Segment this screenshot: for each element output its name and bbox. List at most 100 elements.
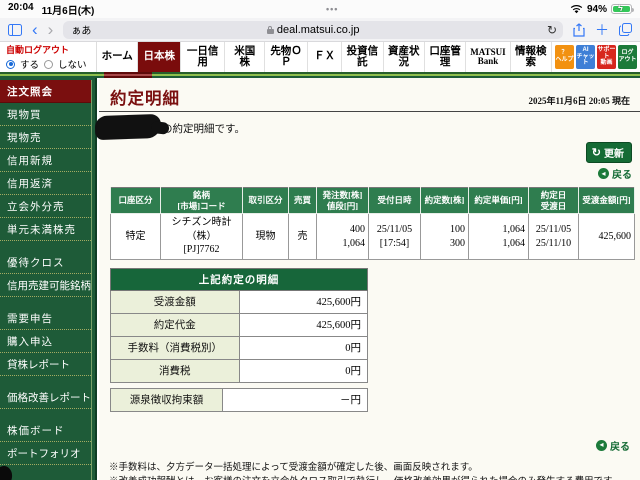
logout-icon[interactable]: ログ アウト bbox=[618, 45, 637, 69]
back-link-top[interactable]: ◂ 戻る bbox=[598, 166, 632, 181]
cell-exec-settle-date: 25/11/05 25/11/10 bbox=[528, 213, 579, 260]
tab-investment-trust[interactable]: 投資信託 bbox=[342, 42, 384, 72]
cell-trade-type: 現物 bbox=[242, 213, 289, 260]
detail-row: 受渡金額 425,600円 bbox=[110, 289, 368, 314]
cell-side: 売 bbox=[288, 213, 317, 260]
status-bar: 20:04 11月6日(木) ••• 94% ϟ bbox=[0, 0, 640, 18]
page-timestamp: 2025年11月6日 20:05 現在 bbox=[528, 96, 630, 106]
col-order-qty-price: 発注数[株] 値段[円] bbox=[316, 187, 369, 215]
help-icon[interactable]: ？ ヘルプ bbox=[555, 45, 574, 69]
auto-logout-control: 自動ログアウト する しない bbox=[0, 42, 97, 72]
tab-info-search[interactable]: 情報検索 bbox=[511, 42, 552, 72]
update-row: ↻ 更新 ◂ 戻る bbox=[99, 142, 640, 181]
sidebar-item-cash-buy[interactable]: 現物買 bbox=[0, 103, 91, 126]
execution-table: 口座区分 銘柄 [市場]コード 取引区分 売買 発注数[株] 値段[円] 受付日… bbox=[110, 187, 635, 260]
tab-japan-stocks[interactable]: 日本株 bbox=[138, 42, 182, 72]
sidebar-item-cash-sell[interactable]: 現物売 bbox=[0, 126, 91, 149]
auto-logout-on-radio[interactable] bbox=[6, 59, 15, 69]
cell-accepted-at: 25/11/05 [17:54] bbox=[368, 213, 421, 260]
sidebar-item-odd-lot-sell[interactable]: 単元未満株売 bbox=[0, 218, 91, 241]
sidebar-toggle-icon[interactable] bbox=[8, 23, 22, 36]
sidebar-item-yutai-cross[interactable]: 優待クロス bbox=[0, 251, 91, 274]
battery-percent: 94% bbox=[586, 3, 607, 15]
cell-executed-price: 1,064 1,064 bbox=[468, 213, 529, 260]
tabs-icon[interactable] bbox=[619, 23, 632, 36]
cell-settlement-amount: 425,600 bbox=[578, 213, 635, 260]
update-button[interactable]: ↻ 更新 bbox=[585, 142, 632, 163]
date: 11月6日(木) bbox=[41, 5, 95, 17]
col-exec-settle-date: 約定日 受渡日 bbox=[528, 187, 579, 215]
tab-asset-status[interactable]: 資産状況 bbox=[384, 42, 425, 72]
footnote-improvement-fee: ※改善成功報酬とは、お客様の注文を立会外クロス取引で執行し、価格改善効果が得られ… bbox=[109, 475, 632, 480]
sidebar-item-margin-new[interactable]: 信用新規 bbox=[0, 149, 91, 172]
tab-futures-op[interactable]: 先物ＯＰ bbox=[265, 42, 308, 72]
subtitle-text: の約定明細です。 bbox=[162, 124, 245, 135]
tab-matsui-bank[interactable]: MATSUI Bank bbox=[466, 42, 511, 72]
ellipsis-icon[interactable]: ••• bbox=[326, 4, 338, 14]
back-arrow-icon: ◂ bbox=[596, 439, 607, 451]
reader-mode-button[interactable]: ぁあ bbox=[71, 22, 91, 37]
browser-toolbar: ‹ › ぁあ deal.matsui.co.jp ↻ ＋ bbox=[0, 18, 640, 42]
sidebar-item-portfolio[interactable]: ポートフォリオ bbox=[0, 442, 91, 465]
url-text: deal.matsui.co.jp bbox=[71, 24, 555, 36]
detail-value-tax: 0円 bbox=[238, 358, 368, 383]
subtitle-row: の約定明細です。 bbox=[94, 112, 640, 142]
footnote-commission: ※手数料は、夕方データ一括処理によって受渡金額が確定した後、画面反映されます。 bbox=[109, 462, 478, 473]
col-settlement-amount: 受渡金額[円] bbox=[578, 187, 635, 215]
share-icon[interactable] bbox=[573, 22, 585, 37]
tab-account-management[interactable]: 口座管理 bbox=[425, 42, 467, 72]
auto-logout-label: 自動ログアウト bbox=[6, 45, 70, 55]
new-tab-icon[interactable]: ＋ bbox=[595, 23, 609, 37]
screen: 20:04 11月6日(木) ••• 94% ϟ ‹ › ぁあ deal.mat… bbox=[0, 0, 640, 480]
support-video-icon[interactable]: サポート 動画 bbox=[597, 45, 616, 69]
sidebar-item-price-improvement-report[interactable]: 価格改善レポート bbox=[0, 386, 91, 409]
refresh-icon[interactable]: ↻ bbox=[547, 23, 557, 37]
col-executed-price: 約定単価[円] bbox=[468, 187, 529, 215]
col-executed-qty: 約定数[株] bbox=[420, 187, 469, 215]
cell-account-type: 特定 bbox=[110, 213, 161, 260]
status-right: 94% ϟ bbox=[570, 3, 634, 15]
tab-us-stocks[interactable]: 米国株 bbox=[225, 42, 266, 72]
back-icon[interactable]: ‹ bbox=[32, 21, 38, 38]
sidebar-item-purchase-application[interactable]: 購入申込 bbox=[0, 330, 91, 353]
detail-value-commission: 0円 bbox=[238, 335, 368, 360]
sidebar-item-off-auction[interactable]: 立会外分売 bbox=[0, 195, 91, 218]
auto-logout-on-label: する bbox=[20, 61, 40, 71]
sidebar-item-short-available[interactable]: 信用売建可能銘柄 bbox=[0, 274, 91, 297]
cell-symbol: シチズン時計（株） [PJ]7762 bbox=[160, 213, 243, 260]
footnotes: ※手数料は、夕方データ一括処理によって受渡金額が確定した後、画面反映されます。 … bbox=[99, 453, 640, 480]
tab-fx[interactable]: ＦＸ bbox=[308, 42, 343, 72]
page-header: 約定明細 2025年11月6日 20:05 現在 bbox=[99, 78, 640, 112]
sidebar-item-demand-declaration[interactable]: 需要申告 bbox=[0, 307, 91, 330]
forward-icon[interactable]: › bbox=[48, 21, 54, 38]
tab-one-day-margin[interactable]: 一日信用 bbox=[181, 42, 226, 72]
back-arrow-icon: ◂ bbox=[598, 168, 609, 179]
url-bar[interactable]: ぁあ deal.matsui.co.jp ↻ bbox=[63, 20, 563, 39]
sidebar-item-netstock-highspeed[interactable]: ネットストック・ハイスピード bbox=[0, 475, 91, 480]
detail-row: 消費税 0円 bbox=[110, 358, 368, 383]
sidebar-item-stock-lending-report[interactable]: 貸株レポート bbox=[0, 353, 91, 376]
main-content: 約定明細 2025年11月6日 20:05 現在 の約定明細です。 ↻ 更新 ◂… bbox=[94, 78, 640, 480]
sidebar-item-stock-board[interactable]: 株価ボード bbox=[0, 419, 91, 442]
execution-detail-section: 上記約定の明細 受渡金額 425,600円 約定代金 425,600円 手数料（… bbox=[110, 267, 368, 412]
detail-value-settlement: 425,600円 bbox=[238, 289, 368, 314]
auto-logout-off-radio[interactable] bbox=[44, 59, 54, 69]
matsui-nav: 自動ログアウト する しない ホーム 日本株 一日信用 米国株 先物ＯＰ ＦＸ … bbox=[0, 42, 640, 72]
sidebar-item-order-inquiry[interactable]: 注文照会 bbox=[0, 80, 91, 103]
col-symbol: 銘柄 [市場]コード bbox=[160, 187, 243, 215]
back-link-bottom[interactable]: ◂ 戻る bbox=[596, 438, 630, 453]
withholding-table: 源泉徴収拘束額 －円 bbox=[110, 387, 368, 412]
lock-icon bbox=[266, 25, 274, 34]
detail-value-withholding: －円 bbox=[222, 387, 368, 412]
col-trade-type: 取引区分 bbox=[242, 187, 289, 215]
redacted-account-name bbox=[94, 113, 162, 141]
nav-icon-buttons: ？ ヘルプ AI チャット サポート 動画 ログ アウト bbox=[552, 42, 640, 72]
page-title: 約定明細 bbox=[110, 89, 180, 108]
tab-home[interactable]: ホーム bbox=[97, 42, 139, 72]
execution-table-header-row: 口座区分 銘柄 [市場]コード 取引区分 売買 発注数[株] 値段[円] 受付日… bbox=[110, 187, 635, 215]
sidebar-item-margin-repay[interactable]: 信用返済 bbox=[0, 172, 91, 195]
detail-label-exec-amount: 約定代金 bbox=[110, 312, 240, 337]
detail-label-settlement: 受渡金額 bbox=[110, 289, 240, 314]
ai-chat-icon[interactable]: AI チャット bbox=[576, 45, 595, 69]
cell-order-qty-price: 400 1,064 bbox=[316, 213, 369, 260]
